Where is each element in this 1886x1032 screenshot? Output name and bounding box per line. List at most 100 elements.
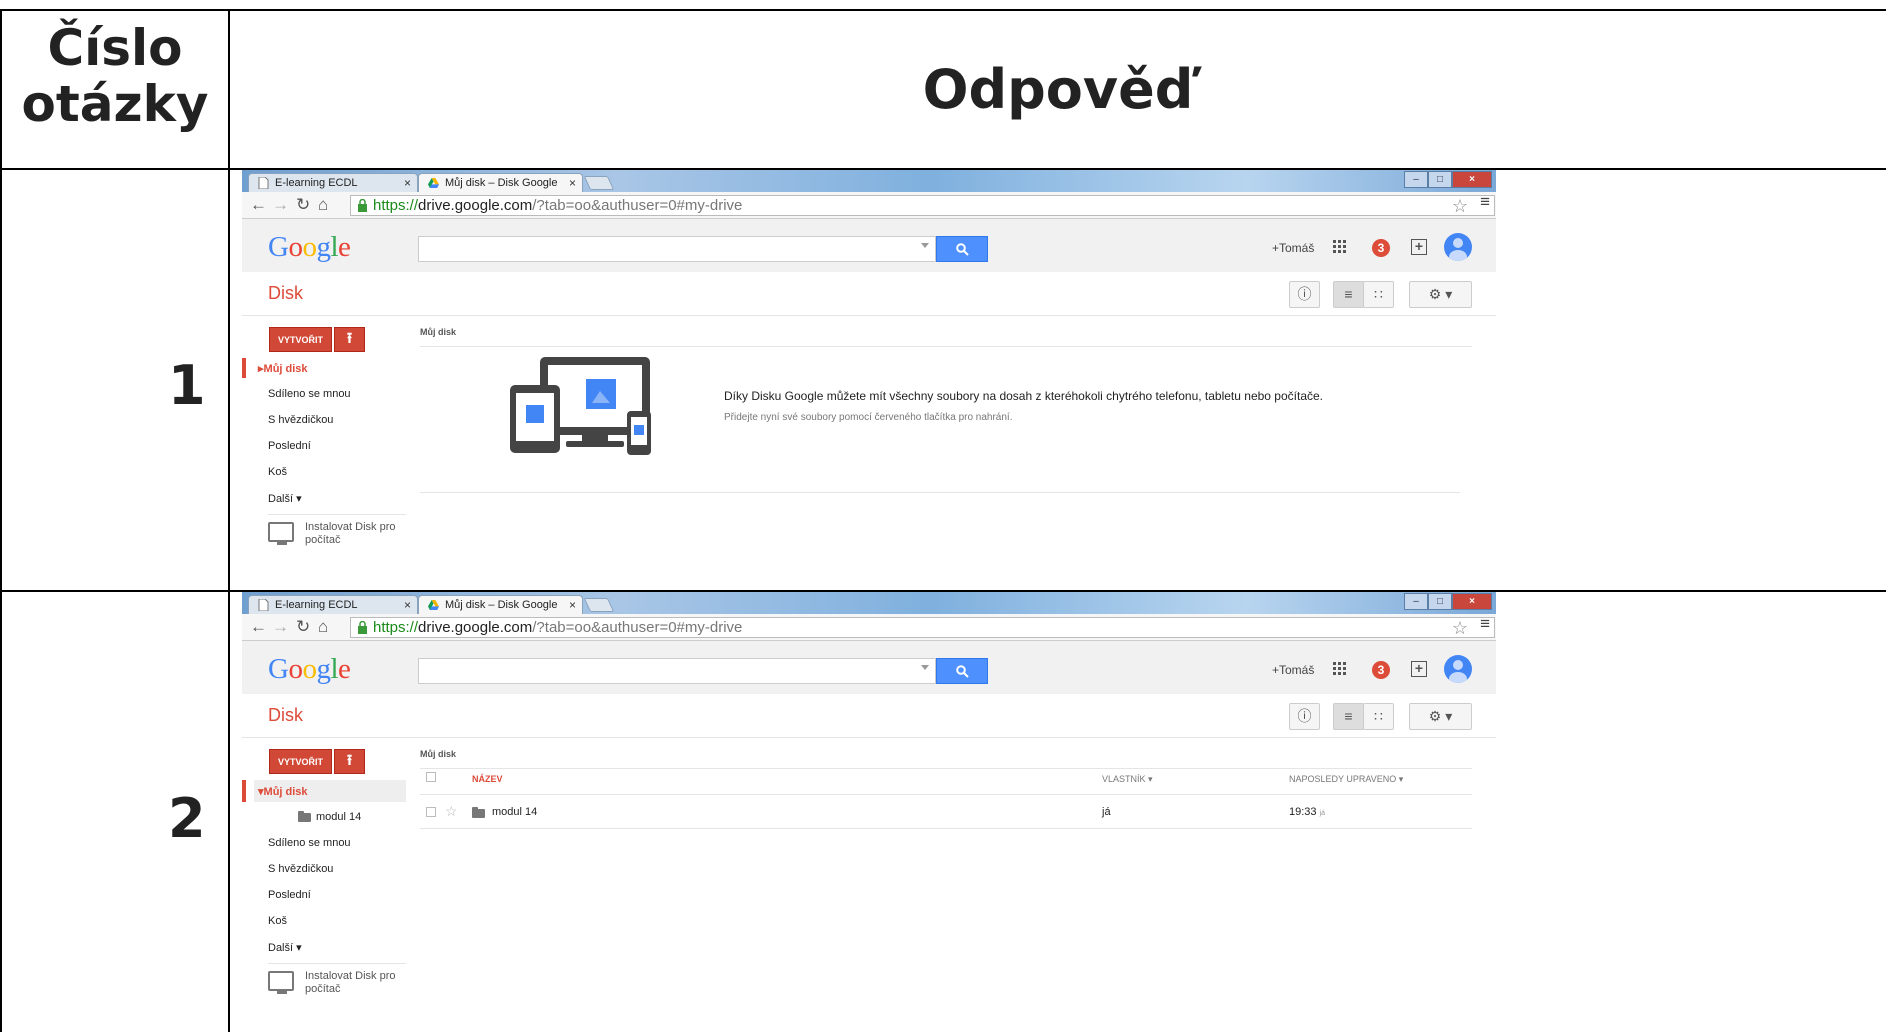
share-plus-icon[interactable]: +	[1411, 239, 1427, 255]
maximize-button[interactable]: □	[1428, 171, 1452, 188]
close-icon[interactable]: ×	[569, 596, 576, 614]
sidebar-item-shared[interactable]: Sdíleno se mnou	[268, 837, 351, 849]
drive-search-input[interactable]	[418, 236, 936, 262]
reload-icon[interactable]: ↻	[296, 195, 310, 215]
question-number-1: 1	[168, 354, 206, 417]
forward-icon[interactable]: →	[272, 617, 289, 637]
notifications-badge[interactable]: 3	[1372, 661, 1390, 679]
tab-label: Můj disk – Disk Google	[445, 177, 558, 189]
apps-grid-icon[interactable]	[1333, 240, 1347, 254]
empty-state-hint: Přidejte nyní své soubory pomocí červené…	[724, 412, 1013, 423]
header-question-number: Číslo otázky	[21, 19, 209, 133]
chevron-down-icon[interactable]	[921, 665, 929, 670]
upload-icon[interactable]: ⭱	[334, 327, 365, 352]
info-icon[interactable]: ⓘ	[1289, 703, 1320, 730]
chrome-menu-icon[interactable]: ≡	[1480, 192, 1490, 212]
sidebar-item-starred[interactable]: S hvězdičkou	[268, 863, 333, 875]
file-name[interactable]: modul 14	[492, 806, 537, 818]
share-plus-icon[interactable]: +	[1411, 661, 1427, 677]
sidebar-item-starred[interactable]: S hvězdičkou	[268, 414, 333, 426]
chrome-menu-icon[interactable]: ≡	[1480, 614, 1490, 634]
install-drive-link[interactable]: Instalovat Disk pro počítač	[268, 970, 395, 996]
url-field[interactable]: https://drive.google.com/?tab=oo&authuse…	[350, 617, 1495, 638]
url-host: drive.google.com	[418, 197, 533, 214]
sidebar-item-shared[interactable]: Sdíleno se mnou	[268, 388, 351, 400]
drive-title: Disk	[268, 705, 303, 725]
chevron-down-icon[interactable]	[921, 243, 929, 248]
breadcrumb[interactable]: Můj disk	[420, 749, 456, 759]
sidebar-item-my-drive[interactable]: ▾Můj disk	[258, 785, 308, 798]
grid-view-icon[interactable]: ∷	[1363, 703, 1394, 730]
minimize-button[interactable]: –	[1404, 593, 1428, 610]
google-plus-user-link[interactable]: +Tomáš	[1272, 241, 1314, 255]
browser-tab[interactable]: E-learning ECDL ×	[248, 595, 418, 614]
url-field[interactable]: https://drive.google.com/?tab=oo&authuse…	[350, 195, 1495, 216]
sidebar-item-recent[interactable]: Poslední	[268, 889, 311, 901]
create-button[interactable]: VYTVOŘIT	[269, 749, 332, 774]
create-button[interactable]: VYTVOŘIT	[269, 327, 332, 352]
close-window-button[interactable]: ×	[1452, 171, 1492, 188]
search-button[interactable]	[936, 236, 988, 262]
back-icon[interactable]: ←	[250, 195, 267, 215]
browser-tab-active[interactable]: Můj disk – Disk Google ×	[418, 173, 583, 192]
google-logo[interactable]: Google	[268, 231, 351, 264]
drive-icon	[428, 599, 439, 611]
sidebar-item-folder[interactable]: modul 14	[298, 811, 361, 823]
maximize-button[interactable]: □	[1428, 593, 1452, 610]
sidebar-item-more[interactable]: Další ▾	[268, 941, 302, 954]
divider	[420, 492, 1460, 493]
sidebar-item-trash[interactable]: Koš	[268, 466, 287, 478]
avatar[interactable]	[1444, 233, 1472, 261]
list-view-icon[interactable]: ≡	[1333, 281, 1364, 308]
sidebar-item-my-drive[interactable]: ▸Můj disk	[258, 362, 308, 375]
search-button[interactable]	[936, 658, 988, 684]
new-tab-button[interactable]	[583, 598, 615, 612]
install-drive-link[interactable]: Instalovat Disk pro počítač	[268, 521, 395, 547]
close-icon[interactable]: ×	[404, 596, 411, 614]
back-icon[interactable]: ←	[250, 617, 267, 637]
star-icon[interactable]: ☆	[445, 803, 458, 820]
column-header-name[interactable]: NÁZEV	[472, 774, 503, 784]
address-bar-row: ← → ↻ ⌂ https://drive.google.com/?tab=oo…	[242, 614, 1496, 641]
close-icon[interactable]: ×	[404, 174, 411, 192]
list-view-icon[interactable]: ≡	[1333, 703, 1364, 730]
column-header-owner[interactable]: VLASTNÍK ▾	[1102, 774, 1153, 785]
grid-view-icon[interactable]: ∷	[1363, 281, 1394, 308]
info-icon[interactable]: ⓘ	[1289, 281, 1320, 308]
sidebar-item-recent[interactable]: Poslední	[268, 440, 311, 452]
minimize-button[interactable]: –	[1404, 171, 1428, 188]
settings-gear-icon[interactable]: ⚙ ▾	[1409, 281, 1472, 308]
google-plus-user-link[interactable]: +Tomáš	[1272, 663, 1314, 677]
column-header-modified[interactable]: NAPOSLEDY UPRAVENO ▾	[1289, 774, 1403, 785]
new-tab-button[interactable]	[583, 176, 615, 190]
home-icon[interactable]: ⌂	[318, 195, 328, 215]
search-icon	[956, 665, 969, 678]
drive-toolbar: Disk ⓘ ≡ ∷ ⚙ ▾	[242, 272, 1496, 316]
bookmark-star-icon[interactable]: ☆	[1452, 197, 1468, 216]
apps-grid-icon[interactable]	[1333, 662, 1347, 676]
notifications-badge[interactable]: 3	[1372, 239, 1390, 257]
browser-tab[interactable]: E-learning ECDL ×	[248, 173, 418, 192]
browser-tab-active[interactable]: Můj disk – Disk Google ×	[418, 595, 583, 614]
select-all-checkbox[interactable]	[426, 772, 436, 782]
sidebar-item-more[interactable]: Další ▾	[268, 492, 302, 505]
browser-tab-bar: E-learning ECDL × Můj disk – Disk Google…	[242, 592, 1496, 614]
browser-tab-bar: E-learning ECDL × Můj disk – Disk Google…	[242, 170, 1496, 192]
sidebar-item-trash[interactable]: Koš	[268, 915, 287, 927]
upload-icon[interactable]: ⭱	[334, 749, 365, 774]
settings-gear-icon[interactable]: ⚙ ▾	[1409, 703, 1472, 730]
reload-icon[interactable]: ↻	[296, 617, 310, 637]
create-button-group: VYTVOŘIT ⭱	[269, 327, 365, 352]
active-indicator	[242, 780, 246, 802]
home-icon[interactable]: ⌂	[318, 617, 328, 637]
breadcrumb[interactable]: Můj disk	[420, 327, 456, 337]
google-logo[interactable]: Google	[268, 653, 351, 686]
drive-search-input[interactable]	[418, 658, 936, 684]
bookmark-star-icon[interactable]: ☆	[1452, 619, 1468, 638]
page-icon	[258, 177, 269, 189]
avatar[interactable]	[1444, 655, 1472, 683]
row-checkbox[interactable]	[426, 807, 436, 817]
close-window-button[interactable]: ×	[1452, 593, 1492, 610]
close-icon[interactable]: ×	[569, 174, 576, 192]
forward-icon[interactable]: →	[272, 195, 289, 215]
